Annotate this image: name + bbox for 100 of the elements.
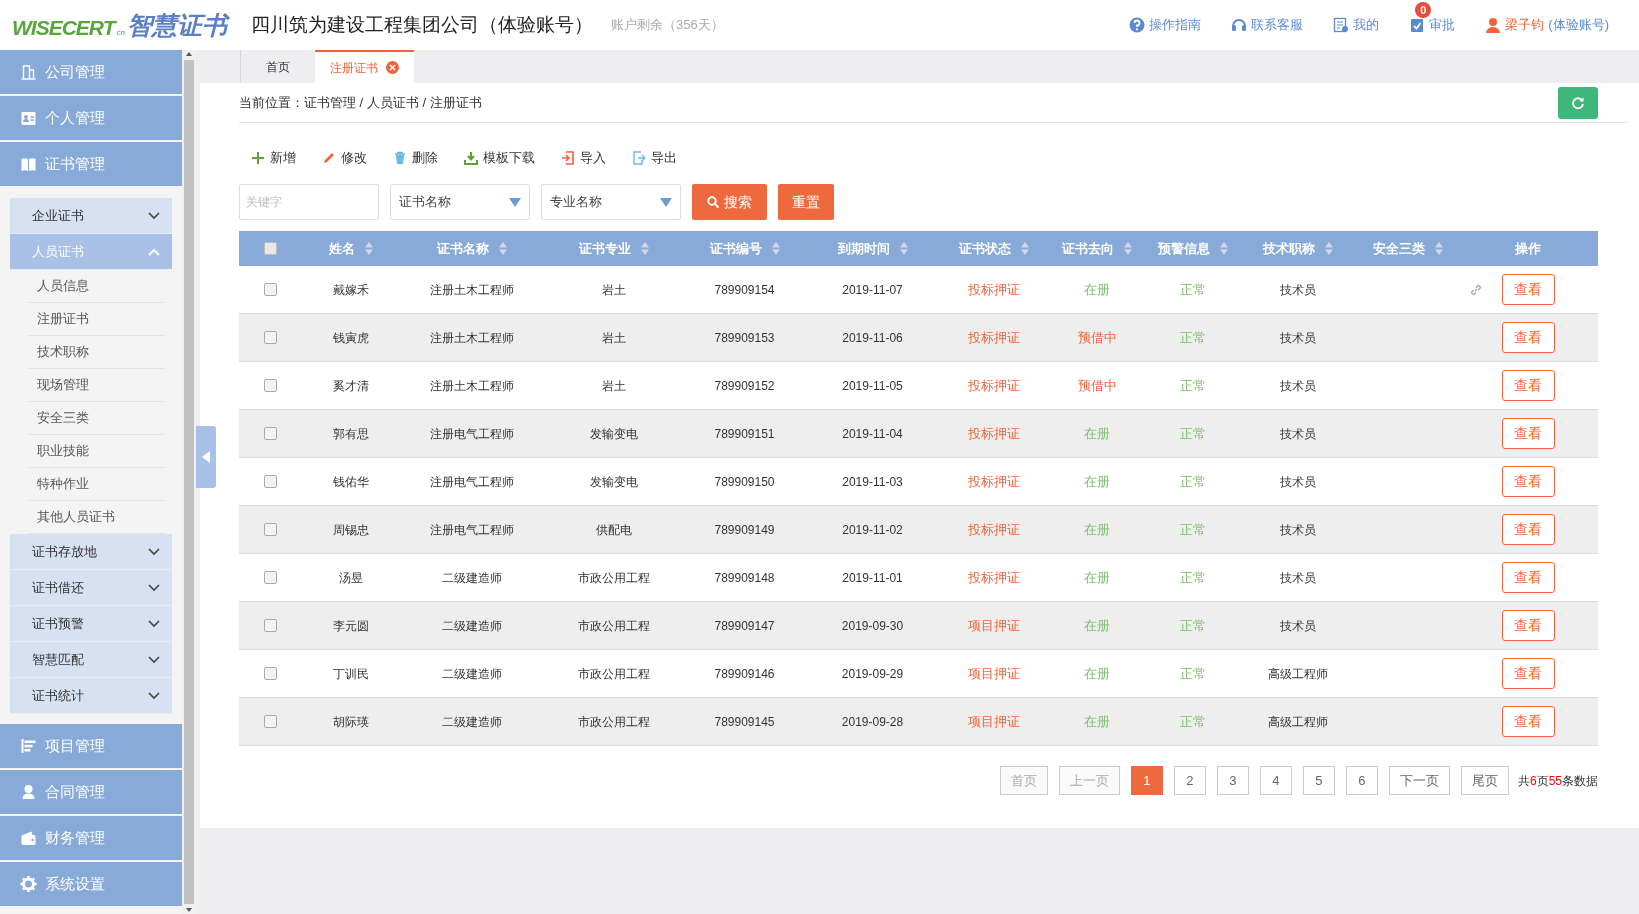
page-button[interactable]: 2 [1173, 766, 1206, 795]
page-button[interactable]: 1 [1130, 766, 1163, 795]
table-cell-text: 二级建造师 [441, 713, 502, 731]
view-button[interactable]: 查看 [1501, 658, 1555, 689]
collapse-sidebar-button[interactable] [196, 426, 216, 488]
header-link[interactable]: 我的 [1333, 15, 1380, 35]
sidebar-item[interactable]: 公司管理 [0, 50, 182, 94]
page-button[interactable]: 下一页 [1388, 766, 1450, 795]
sidebar-link[interactable]: 人员信息 [28, 270, 165, 303]
checkbox[interactable] [263, 619, 277, 632]
dropdown-arrow-icon [509, 197, 521, 207]
page-button[interactable]: 3 [1216, 766, 1249, 795]
table-cell-text: 2019-11-06 [842, 329, 903, 347]
column-header[interactable]: 到期时间 [837, 238, 908, 259]
chevron-up-icon [148, 247, 160, 256]
checkbox[interactable] [263, 667, 277, 680]
view-button[interactable]: 查看 [1501, 514, 1555, 545]
checkbox[interactable] [263, 715, 277, 728]
page-button[interactable]: 6 [1345, 766, 1378, 795]
table-cell-text: 正常 [1179, 568, 1206, 587]
table-cell-text: 正常 [1179, 712, 1206, 731]
view-button[interactable]: 查看 [1501, 610, 1555, 641]
checkbox[interactable] [263, 283, 277, 296]
sidebar-link[interactable]: 职业技能 [28, 435, 165, 468]
table-cell-text: 投标押证 [967, 376, 1020, 395]
page-button[interactable]: 尾页 [1460, 766, 1509, 795]
dropdown-field[interactable]: 证书名称 [390, 184, 530, 220]
view-button[interactable]: 查看 [1501, 706, 1555, 737]
table-cell-text: 高级工程师 [1268, 665, 1328, 683]
search-button[interactable]: 搜索 [692, 184, 767, 220]
keyword-field[interactable]: 关键字 [239, 184, 379, 220]
help-icon [1129, 17, 1146, 33]
sort-icon [899, 242, 908, 255]
dropdown-field[interactable]: 专业名称 [541, 184, 681, 220]
toolbar-button[interactable]: 导出 [632, 148, 677, 168]
view-button[interactable]: 查看 [1501, 418, 1555, 449]
breadcrumb: 当前位置：证书管理 / 人员证书 / 注册证书 [239, 93, 482, 112]
user-link[interactable]: 梁子钧 (体验账号) [1485, 15, 1609, 35]
scroll-down-icon[interactable] [185, 906, 193, 914]
sidebar-link[interactable]: 安全三类 [28, 402, 165, 435]
table-cell-text: 在册 [1084, 520, 1110, 539]
column-header[interactable]: 姓名 [328, 238, 373, 259]
header-link[interactable]: 联系客服 [1231, 15, 1304, 35]
column-header[interactable]: 证书编号 [709, 238, 780, 259]
toolbar-button[interactable]: 导入 [561, 148, 606, 168]
view-button[interactable]: 查看 [1501, 370, 1555, 401]
checkbox[interactable] [263, 523, 277, 536]
checkbox[interactable] [263, 379, 277, 392]
page-button[interactable]: 5 [1302, 766, 1335, 795]
toolbar-button[interactable]: 修改 [322, 148, 367, 168]
sort-icon [364, 242, 373, 255]
table-cell-text: 在册 [1084, 616, 1110, 635]
scrollbar[interactable] [182, 50, 196, 914]
reset-button[interactable]: 重置 [778, 184, 834, 220]
page-button[interactable]: 4 [1259, 766, 1292, 795]
search-icon [707, 196, 719, 208]
column-header[interactable]: 预警信息 [1157, 238, 1228, 259]
table-cell-text: 正常 [1179, 616, 1206, 635]
checkbox[interactable] [263, 331, 277, 344]
chevron-down-icon [148, 547, 160, 556]
tab[interactable]: 注册证书 [315, 50, 414, 83]
checkbox[interactable] [263, 571, 277, 584]
column-header[interactable]: 安全三类 [1373, 238, 1443, 259]
column-header[interactable]: 证书专业 [578, 238, 649, 259]
contact-card-icon [20, 110, 37, 126]
view-button[interactable]: 查看 [1501, 466, 1555, 497]
table-cell-text: 戴嫁禾 [332, 281, 369, 299]
sidebar-link[interactable]: 技术职称 [28, 336, 165, 369]
sidebar-link[interactable]: 特种作业 [28, 468, 165, 501]
toolbar-button[interactable]: 模板下载 [464, 148, 535, 168]
table-cell-text: 汤昱 [338, 569, 363, 587]
column-header[interactable]: 证书名称 [436, 238, 507, 259]
checkbox[interactable] [263, 475, 277, 488]
sidebar-link[interactable]: 注册证书 [28, 303, 165, 336]
sidebar-item[interactable]: 系统设置 [0, 862, 182, 906]
toolbar-button[interactable]: 新增 [251, 148, 296, 168]
sidebar-item[interactable]: 财务管理 [0, 816, 182, 860]
checkbox[interactable] [263, 242, 277, 255]
column-header[interactable]: 操作 [1515, 238, 1541, 259]
toolbar-button[interactable]: 删除 [393, 148, 438, 168]
table-cell-text: 789909147 [714, 617, 775, 635]
sidebar-item[interactable]: 证书管理 [0, 142, 182, 186]
settings-icon [20, 876, 37, 892]
page-summary: 共6页55条数据 [1517, 772, 1598, 790]
column-header[interactable]: 证书去向 [1062, 238, 1132, 259]
checkbox[interactable] [263, 427, 277, 440]
sidebar-link[interactable]: 现场管理 [28, 369, 165, 402]
table-cell-text: 789909148 [714, 569, 775, 587]
refresh-button[interactable] [1558, 86, 1598, 119]
table-cell-text: 在册 [1084, 424, 1110, 443]
view-button[interactable]: 查看 [1501, 322, 1555, 353]
column-header[interactable]: 证书状态 [958, 238, 1029, 259]
view-button[interactable]: 查看 [1501, 274, 1555, 305]
header-link[interactable]: 操作指南 [1129, 15, 1202, 35]
sidebar-item[interactable]: 项目管理 [0, 724, 182, 768]
sidebar-item[interactable]: 个人管理 [0, 96, 182, 140]
view-button[interactable]: 查看 [1501, 562, 1555, 593]
column-header[interactable]: 技术职称 [1263, 238, 1333, 259]
sidebar-item[interactable]: 合同管理 [0, 770, 182, 814]
table-cell-text: 正常 [1179, 520, 1206, 539]
